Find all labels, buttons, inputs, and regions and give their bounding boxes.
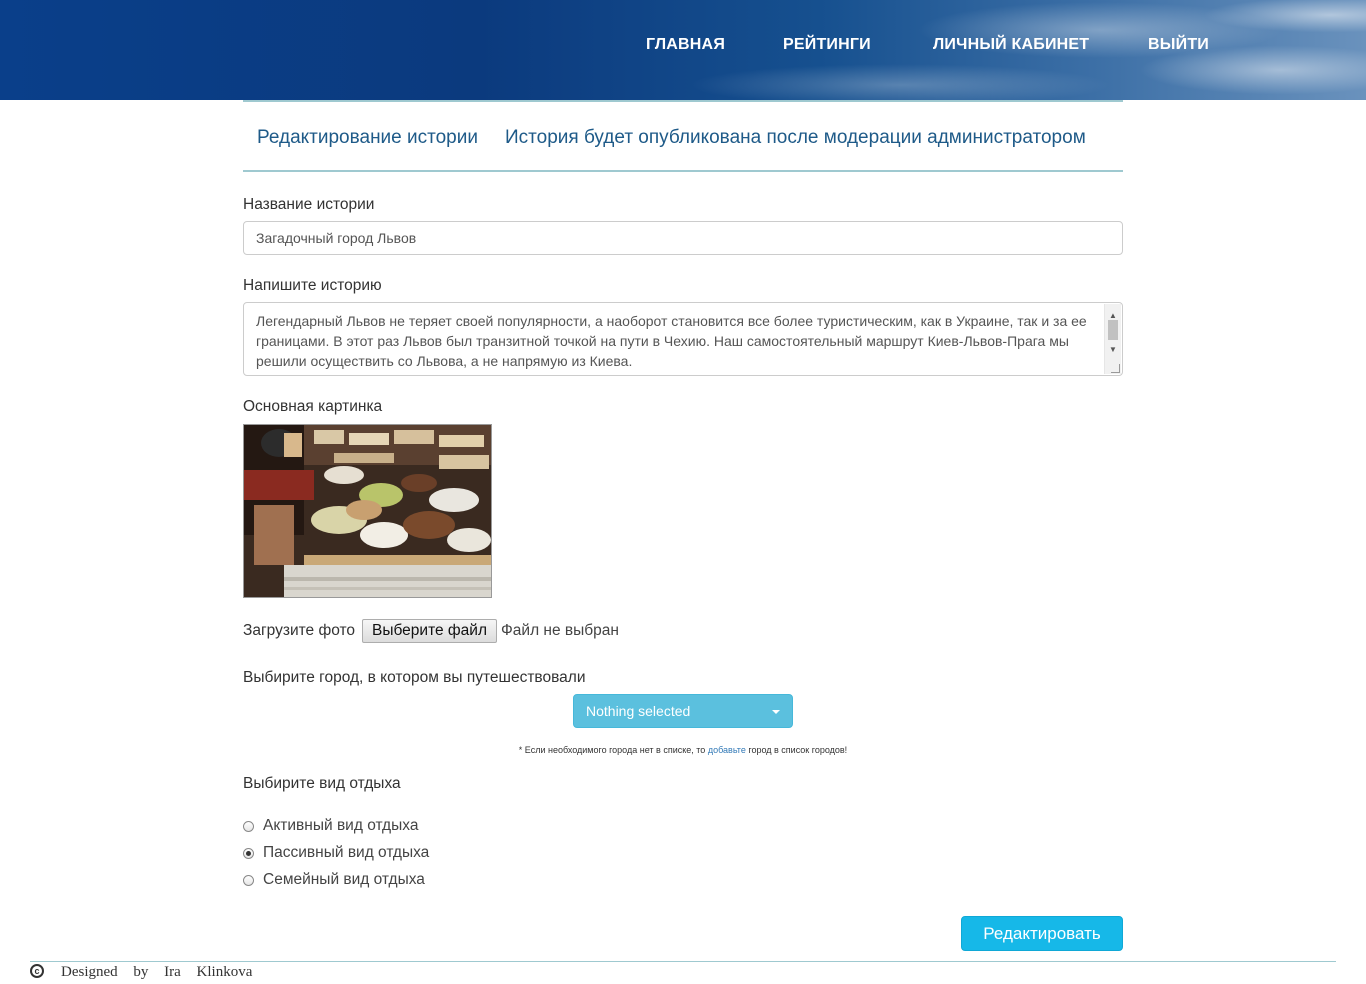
rest-type-label: Выбирите вид отдыха [243,775,401,792]
nav-ratings[interactable]: РЕЙТИНГИ [783,36,871,54]
main-image [243,424,492,598]
city-note-prefix: * Если необходимого города нет в списке,… [518,745,706,755]
main-nav: ГЛАВНАЯ РЕЙТИНГИ ЛИЧНЫЙ КАБИНЕТ ВЫЙТИ [0,36,1366,58]
radio-button[interactable] [243,821,254,832]
choose-file-button[interactable]: Выберите файл [362,619,497,643]
upload-label: Загрузите фото [243,622,356,639]
story-title-label: Название истории [243,196,375,213]
file-status: Файл не выбран [501,622,619,639]
radio-label: Пассивный вид отдыха [263,844,430,861]
nav-logout[interactable]: ВЫЙТИ [1148,36,1209,54]
copyright-icon: c [30,964,44,978]
story-textarea[interactable]: Легендарный Львов не теряет своей популя… [243,302,1123,376]
main-image-picture [244,425,491,597]
add-city-link[interactable]: добавьте [708,745,746,755]
main-image-label: Основная картинка [243,398,383,415]
city-note: * Если необходимого города нет в списке,… [0,745,1366,755]
footer-divider [30,961,1336,962]
radio-label: Активный вид отдыха [263,817,419,834]
city-label: Выбирите город, в котором вы путешествов… [243,669,586,686]
tab-edit-story[interactable]: Редактирование истории [257,127,478,149]
city-note-suffix: город в список городов! [748,745,848,755]
moderation-notice: История будет опубликована после модерац… [505,127,1086,148]
radio-button-checked[interactable] [243,848,254,859]
city-select[interactable]: Nothing selected [573,694,793,728]
story-textarea-content: Легендарный Львов не теряет своей популя… [256,313,1087,369]
page-title-bar: Редактирование истории История будет опу… [243,100,1123,172]
scroll-down-arrow-icon[interactable]: ▼ [1109,340,1117,360]
radio-label: Семейный вид отдыха [263,871,425,888]
footer-credits: Designed by Ira Klinkova [61,964,253,980]
story-text-label: Напишите историю [243,277,382,294]
scrollbar-thumb[interactable] [1108,320,1118,340]
nav-account[interactable]: ЛИЧНЫЙ КАБИНЕТ [933,36,1089,54]
header-banner: ГЛАВНАЯ РЕЙТИНГИ ЛИЧНЫЙ КАБИНЕТ ВЫЙТИ [0,0,1366,100]
radio-button[interactable] [243,875,254,886]
nav-home[interactable]: ГЛАВНАЯ [646,36,725,54]
city-select-value: Nothing selected [586,703,691,719]
story-title-input[interactable]: Загадочный город Львов [243,221,1123,255]
resize-handle-icon[interactable] [1111,364,1120,373]
chevron-down-icon [772,710,780,714]
edit-submit-button[interactable]: Редактировать [961,916,1123,951]
